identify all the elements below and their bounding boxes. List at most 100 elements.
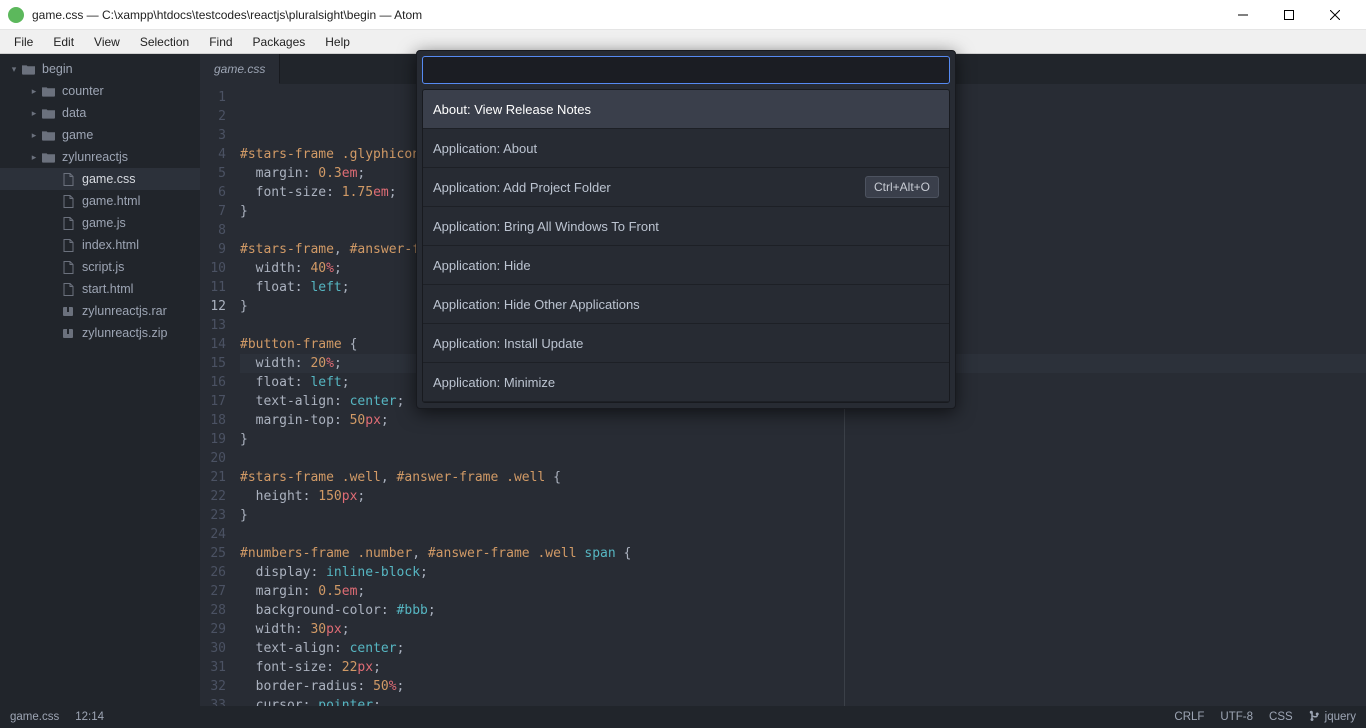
code-line[interactable]: #numbers-frame .number, #answer-frame .w… [240,544,1366,563]
code-line[interactable]: display: inline-block; [240,563,1366,582]
line-number[interactable]: 17 [200,392,226,411]
code-line[interactable]: background-color: #bbb; [240,601,1366,620]
line-number[interactable]: 28 [200,601,226,620]
tree-folder-begin[interactable]: ▾begin [0,58,200,80]
palette-item[interactable]: Application: Install Update [423,324,949,363]
line-number[interactable]: 10 [200,259,226,278]
palette-item[interactable]: Application: Minimize [423,363,949,402]
code-line[interactable]: font-size: 22px; [240,658,1366,677]
tree-file-game-html[interactable]: game.html [0,190,200,212]
status-git-branch[interactable]: jquery [1309,710,1356,725]
palette-item-label: Application: Install Update [433,336,583,351]
tab-active[interactable]: game.css [200,54,280,84]
tree-folder-zylunreactjs[interactable]: ▸zylunreactjs [0,146,200,168]
line-number[interactable]: 2 [200,107,226,126]
line-number[interactable]: 5 [200,164,226,183]
status-cursor-pos[interactable]: 12:14 [75,711,104,723]
line-number[interactable]: 14 [200,335,226,354]
code-line[interactable]: text-align: center; [240,639,1366,658]
palette-item[interactable]: Application: Hide [423,246,949,285]
minimize-button[interactable] [1220,0,1266,30]
menu-selection[interactable]: Selection [132,33,197,51]
line-number[interactable]: 8 [200,221,226,240]
line-number[interactable]: 15 [200,354,226,373]
line-number[interactable]: 29 [200,620,226,639]
folder-icon [20,64,36,75]
line-number[interactable]: 30 [200,639,226,658]
code-line[interactable]: cursor: pointer; [240,696,1366,706]
tree-file-index-html[interactable]: index.html [0,234,200,256]
line-number[interactable]: 20 [200,449,226,468]
line-number[interactable]: 24 [200,525,226,544]
command-palette-input[interactable] [431,63,941,78]
code-line[interactable]: height: 150px; [240,487,1366,506]
tree-item-label: start.html [82,282,133,296]
command-palette-list[interactable]: About: View Release NotesApplication: Ab… [422,89,950,403]
command-palette: About: View Release NotesApplication: Ab… [416,50,956,409]
status-branch-name: jquery [1325,711,1356,723]
line-number[interactable]: 31 [200,658,226,677]
code-line[interactable]: margin: 0.5em; [240,582,1366,601]
line-number[interactable]: 23 [200,506,226,525]
line-number[interactable]: 26 [200,563,226,582]
palette-item[interactable]: Application: About [423,129,949,168]
tree-folder-data[interactable]: ▸data [0,102,200,124]
line-number[interactable]: 6 [200,183,226,202]
palette-item-label: Application: Add Project Folder [433,180,611,195]
line-number[interactable]: 4 [200,145,226,164]
tree-archive-zylunreactjs-zip[interactable]: zylunreactjs.zip [0,322,200,344]
line-number[interactable]: 25 [200,544,226,563]
folder-icon [40,152,56,163]
menu-packages[interactable]: Packages [245,33,314,51]
code-line[interactable]: #stars-frame .well, #answer-frame .well … [240,468,1366,487]
tree-file-game-js[interactable]: game.js [0,212,200,234]
line-number[interactable]: 18 [200,411,226,430]
tree-folder-counter[interactable]: ▸counter [0,80,200,102]
code-line[interactable] [240,449,1366,468]
menu-edit[interactable]: Edit [45,33,82,51]
tree-item-label: counter [62,84,104,98]
menu-file[interactable]: File [6,33,41,51]
palette-item[interactable]: About: View Release Notes [423,90,949,129]
tree-file-start-html[interactable]: start.html [0,278,200,300]
line-number[interactable]: 27 [200,582,226,601]
line-number[interactable]: 33 [200,696,226,706]
menu-find[interactable]: Find [201,33,240,51]
line-number[interactable]: 32 [200,677,226,696]
tree-file-game-css[interactable]: game.css [0,168,200,190]
line-number[interactable]: 21 [200,468,226,487]
code-line[interactable]: margin-top: 50px; [240,411,1366,430]
line-number[interactable]: 19 [200,430,226,449]
line-number[interactable]: 11 [200,278,226,297]
code-line[interactable] [240,525,1366,544]
status-encoding[interactable]: UTF-8 [1220,711,1253,723]
close-button[interactable] [1312,0,1358,30]
code-line[interactable]: border-radius: 50%; [240,677,1366,696]
tree-file-script-js[interactable]: script.js [0,256,200,278]
tree-folder-game[interactable]: ▸game [0,124,200,146]
status-grammar[interactable]: CSS [1269,711,1293,723]
tree-archive-zylunreactjs-rar[interactable]: zylunreactjs.rar [0,300,200,322]
line-number[interactable]: 1 [200,88,226,107]
line-number[interactable]: 12 [200,297,226,316]
maximize-button[interactable] [1266,0,1312,30]
palette-item[interactable]: Application: Hide Other Applications [423,285,949,324]
tree-view[interactable]: ▾begin▸counter▸data▸game▸zylunreactjsgam… [0,54,200,706]
status-eol[interactable]: CRLF [1174,711,1204,723]
code-line[interactable]: width: 30px; [240,620,1366,639]
palette-item-label: Application: Hide Other Applications [433,297,640,312]
line-number[interactable]: 22 [200,487,226,506]
tree-item-label: index.html [82,238,139,252]
menu-help[interactable]: Help [317,33,358,51]
code-line[interactable]: } [240,430,1366,449]
line-number[interactable]: 16 [200,373,226,392]
palette-item[interactable]: Application: Bring All Windows To Front [423,207,949,246]
palette-item[interactable]: Application: Add Project FolderCtrl+Alt+… [423,168,949,207]
line-number[interactable]: 7 [200,202,226,221]
line-number[interactable]: 13 [200,316,226,335]
line-number[interactable]: 3 [200,126,226,145]
code-line[interactable]: } [240,506,1366,525]
status-file[interactable]: game.css [10,711,59,723]
line-number[interactable]: 9 [200,240,226,259]
menu-view[interactable]: View [86,33,128,51]
